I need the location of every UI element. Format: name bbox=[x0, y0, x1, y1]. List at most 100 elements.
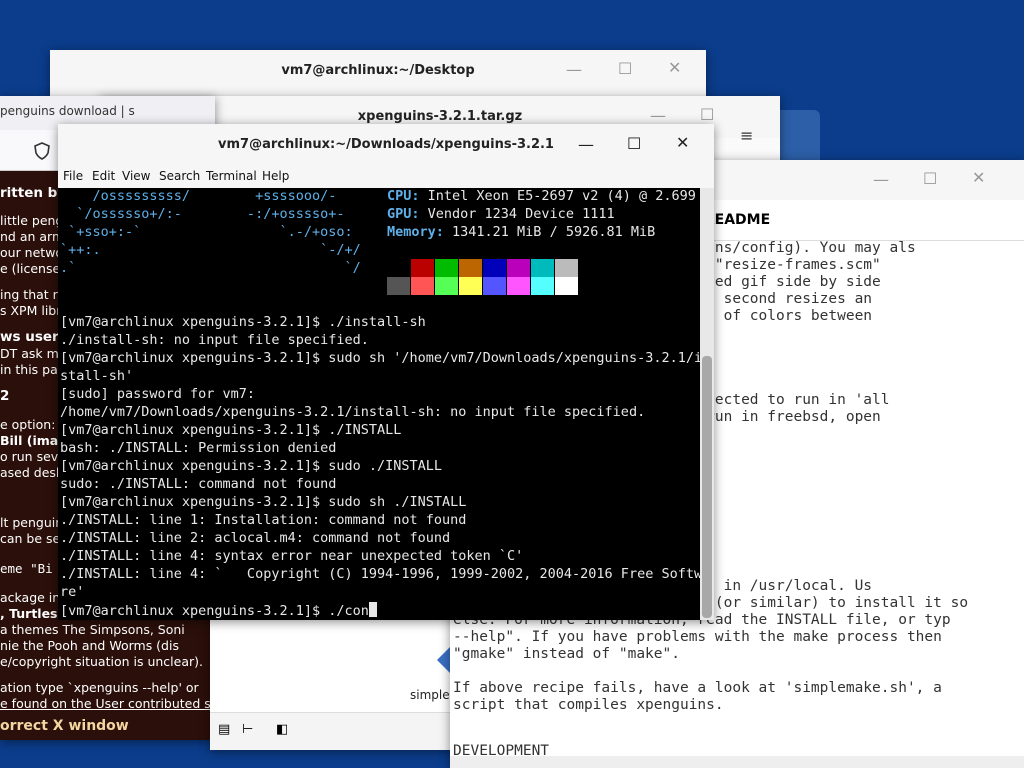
sysinfo-key: CPU: bbox=[387, 188, 420, 204]
readme-line: script that compiles xpenguins. bbox=[453, 697, 724, 713]
text-line: DT ask me bbox=[0, 346, 67, 361]
readme-line: If above recipe fails, have a look at 's… bbox=[453, 680, 942, 696]
text-line: , Turtles bbox=[0, 606, 58, 621]
minimize-icon[interactable]: — bbox=[873, 170, 889, 189]
readme-line: "gmake" instead of "make". bbox=[453, 646, 680, 662]
text-line: lt penguin bbox=[0, 515, 64, 530]
text-line: eme "Bi bbox=[0, 561, 53, 576]
text-line: ased desk bbox=[0, 465, 64, 480]
palette-swatch bbox=[507, 259, 530, 277]
palette-swatch bbox=[531, 277, 554, 295]
file-manager-toolbar: ▤ ⊢ ◧ bbox=[210, 712, 465, 750]
minimize-icon[interactable]: — bbox=[566, 60, 582, 79]
text-line: o run seve bbox=[0, 449, 66, 464]
ascii-art-line: `++:. `-/+/ bbox=[60, 242, 361, 258]
palette-swatch bbox=[483, 259, 506, 277]
menu-help[interactable]: Help bbox=[262, 169, 289, 183]
text-line: a themes The Simpsons, Soni bbox=[0, 622, 185, 637]
output-line: stall-sh' bbox=[60, 368, 134, 384]
text-line: can be se bbox=[0, 531, 61, 546]
sysinfo-line: GPU: Vendor 1234 Device 1111 bbox=[387, 206, 615, 222]
text-line: e/copyright situation is unclear). bbox=[0, 654, 203, 669]
minimize-icon[interactable]: — bbox=[650, 106, 666, 125]
menu-terminal[interactable]: Terminal bbox=[206, 169, 257, 183]
menu-edit[interactable]: Edit bbox=[92, 169, 115, 183]
terminal-screen[interactable]: /osssssssss/ +ssssooo/- `/ossssso+/:- -:… bbox=[58, 188, 700, 620]
file-manager-window[interactable]: simplem ▤ ⊢ ◧ bbox=[210, 600, 465, 750]
palette-swatch bbox=[507, 277, 530, 295]
text-line: s XPM libr bbox=[0, 303, 62, 318]
palette-swatch bbox=[555, 277, 578, 295]
menu-icon[interactable]: ≡ bbox=[740, 126, 753, 145]
close-icon[interactable]: ✕ bbox=[676, 133, 689, 152]
menu-search[interactable]: Search bbox=[159, 169, 200, 183]
output-line: [vm7@archlinux xpenguins-3.2.1]$ ./INSTA… bbox=[60, 422, 402, 438]
readme-line: --help". If you have problems with the m… bbox=[453, 629, 942, 645]
output-line: [vm7@archlinux xpenguins-3.2.1]$ sudo sh… bbox=[60, 494, 467, 510]
palette-swatch bbox=[387, 277, 410, 295]
palette-swatch bbox=[435, 259, 458, 277]
text-cursor bbox=[368, 602, 377, 617]
output-line: ./install-sh: no input file specified. bbox=[60, 332, 369, 348]
desktop-window-title: vm7@archlinux:~/Desktop bbox=[50, 50, 706, 92]
text-line: 2 bbox=[0, 388, 10, 404]
output-line: ./INSTALL: line 1: Installation: command… bbox=[60, 512, 467, 528]
section-heading: orrect X window bbox=[0, 718, 129, 734]
terminal-titlebar: vm7@archlinux:~/Downloads/xpenguins-3.2.… bbox=[58, 124, 714, 166]
close-icon[interactable]: ✕ bbox=[668, 58, 681, 77]
output-line: /home/vm7/Downloads/xpenguins-3.2.1/inst… bbox=[60, 404, 646, 420]
terminal-window[interactable]: vm7@archlinux:~/Downloads/xpenguins-3.2.… bbox=[58, 124, 714, 620]
tab-title: penguins download | s bbox=[0, 104, 135, 118]
ascii-art-line: .` `/ bbox=[60, 260, 361, 276]
sysinfo-value: Intel Xeon E5-2697 v2 (4) @ 2.699 bbox=[419, 188, 696, 204]
text-line: ation type `xpenguins --help' or bbox=[0, 680, 199, 695]
maximize-icon[interactable]: ☐ bbox=[618, 59, 632, 78]
command-input[interactable]: ./con bbox=[328, 603, 369, 619]
terminal-title: vm7@archlinux:~/Downloads/xpenguins-3.2.… bbox=[218, 137, 554, 152]
close-icon[interactable]: ✕ bbox=[972, 168, 985, 187]
palette-swatch bbox=[555, 259, 578, 277]
shell-prompt: [vm7@archlinux xpenguins-3.2.1]$ bbox=[60, 603, 329, 619]
terminal-menubar: File Edit View Search Terminal Help bbox=[58, 166, 714, 189]
maximize-icon[interactable]: ☐ bbox=[627, 134, 641, 153]
output-line: [vm7@archlinux xpenguins-3.2.1]$ ./insta… bbox=[60, 314, 426, 330]
maximize-icon[interactable]: ☐ bbox=[923, 169, 937, 188]
text-line: e (license bbox=[0, 261, 61, 276]
text-line: our netwo bbox=[0, 245, 64, 260]
scrollbar-thumb[interactable] bbox=[702, 356, 712, 618]
sysinfo-line: CPU: Intel Xeon E5-2697 v2 (4) @ 2.699 bbox=[387, 188, 696, 204]
command-line[interactable]: [vm7@archlinux xpenguins-3.2.1]$ ./con bbox=[60, 602, 377, 619]
output-line: [sudo] password for vm7: bbox=[60, 386, 256, 402]
output-line: sudo: ./INSTALL: command not found bbox=[60, 476, 337, 492]
tree-view-icon[interactable]: ⊢ bbox=[242, 722, 253, 737]
menu-file[interactable]: File bbox=[63, 169, 83, 183]
text-line: nie the Pooh and Worms (dis bbox=[0, 638, 179, 653]
minimize-icon[interactable]: — bbox=[578, 135, 594, 154]
link-text[interactable]: e found on the User contributed softw bbox=[0, 696, 215, 711]
palette-swatch bbox=[435, 277, 458, 295]
horizontal-scrollbar[interactable] bbox=[450, 756, 1024, 768]
output-line: ./INSTALL: line 2: aclocal.m4: command n… bbox=[60, 530, 451, 546]
folder-icon[interactable]: ▤ bbox=[218, 722, 230, 737]
ascii-art-line: /osssssssss/ +ssssooo/- bbox=[60, 188, 337, 204]
text-line: ackage in bbox=[0, 590, 61, 605]
output-line: [vm7@archlinux xpenguins-3.2.1]$ sudo sh… bbox=[60, 350, 700, 366]
palette-swatch bbox=[387, 259, 410, 277]
palette-swatch bbox=[459, 259, 482, 277]
sidebar-toggle-icon[interactable]: ◧ bbox=[276, 722, 288, 737]
output-line: re' bbox=[60, 584, 85, 600]
output-line: ./INSTALL: line 4: syntax error near une… bbox=[60, 548, 524, 564]
palette-swatch bbox=[483, 277, 506, 295]
menu-view[interactable]: View bbox=[122, 169, 150, 183]
sysinfo-line: Memory: 1341.21 MiB / 5926.81 MiB bbox=[387, 224, 655, 240]
maximize-icon[interactable]: ☐ bbox=[700, 105, 714, 124]
text-line: ritten by bbox=[0, 185, 67, 201]
sysinfo-key: Memory: bbox=[387, 224, 444, 240]
output-line: ./INSTALL: line 4: ` Copyright (C) 1994-… bbox=[60, 566, 700, 582]
text-line: in this pac bbox=[0, 362, 65, 377]
palette-swatch bbox=[531, 259, 554, 277]
sysinfo-value: 1341.21 MiB / 5926.81 MiB bbox=[443, 224, 656, 240]
output-line: [vm7@archlinux xpenguins-3.2.1]$ sudo ./… bbox=[60, 458, 443, 474]
shield-icon[interactable] bbox=[34, 142, 50, 160]
ascii-art-line: `+sso+:-` `.-/+oso: bbox=[60, 224, 353, 240]
